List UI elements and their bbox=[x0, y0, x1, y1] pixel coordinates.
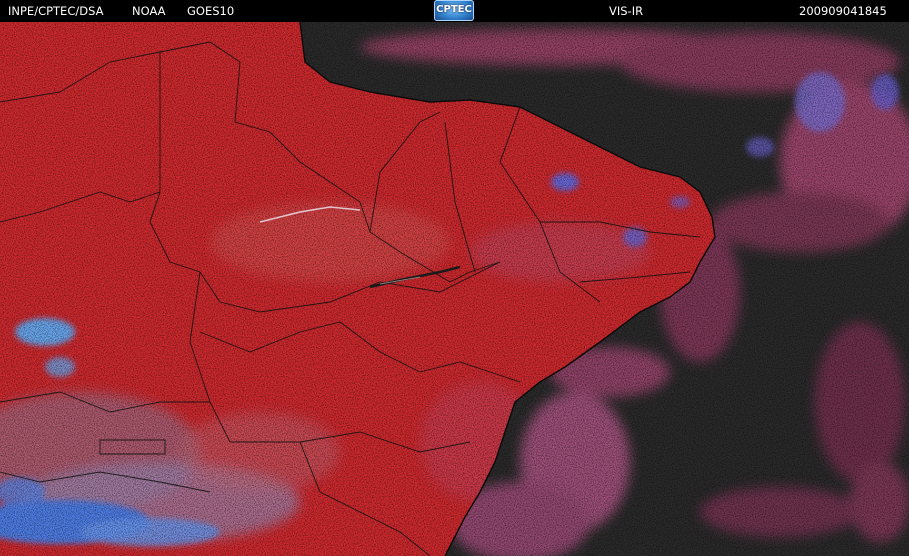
image-noise bbox=[0, 22, 909, 556]
timestamp-label: 200909041845 bbox=[799, 4, 887, 18]
agency-label: INPE/CPTEC/DSA bbox=[8, 4, 104, 18]
cptec-logo: CPTEC bbox=[434, 0, 474, 21]
channel-label: VIS-IR bbox=[609, 4, 644, 18]
operator-label: NOAA bbox=[132, 4, 166, 18]
satellite-label: GOES10 bbox=[187, 4, 235, 18]
satellite-image bbox=[0, 22, 909, 556]
image-header: INPE/CPTEC/DSA NOAA GOES10 CPTEC VIS-IR … bbox=[0, 0, 909, 22]
